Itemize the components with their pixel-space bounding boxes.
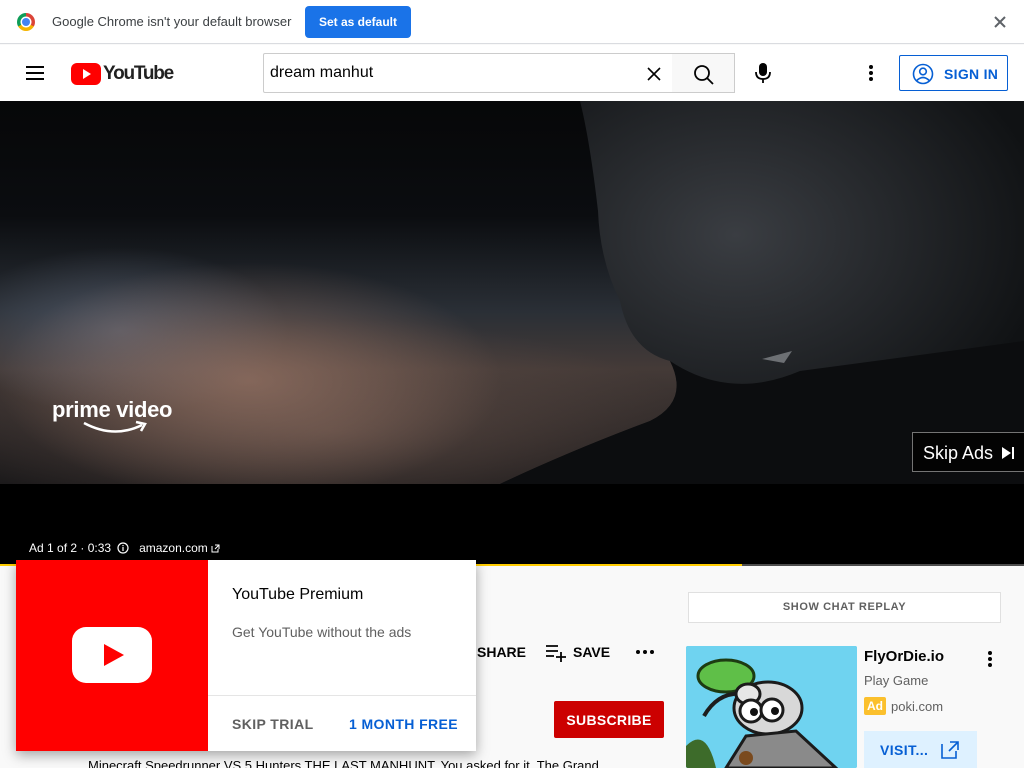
ad-game-thumbnail[interactable] bbox=[686, 646, 857, 768]
account-icon bbox=[912, 63, 934, 85]
skip-ads-button[interactable]: Skip Ads bbox=[912, 432, 1024, 472]
info-icon[interactable] bbox=[117, 542, 129, 554]
promo-divider bbox=[208, 695, 476, 696]
mic-icon[interactable] bbox=[750, 60, 776, 86]
show-chat-replay-button[interactable]: SHOW CHAT REPLAY bbox=[688, 592, 1001, 623]
infobar-message: Google Chrome isn't your default browser bbox=[52, 14, 292, 29]
ad-title[interactable]: FlyOrDie.io bbox=[864, 648, 944, 665]
premium-promo-dialog: YouTube Premium Get YouTube without the … bbox=[16, 560, 476, 751]
video-description: Minecraft Speedrunner VS 5 Hunters THE L… bbox=[88, 758, 599, 768]
save-button[interactable]: SAVE bbox=[545, 640, 610, 664]
youtube-play-icon bbox=[72, 627, 152, 683]
more-vert-icon[interactable] bbox=[860, 60, 882, 86]
default-browser-infobar: Google Chrome isn't your default browser… bbox=[0, 0, 1024, 44]
ad-domain: poki.com bbox=[891, 699, 944, 714]
sign-in-label: SIGN IN bbox=[944, 66, 999, 82]
video-player[interactable]: prime video Skip Ads Ad 1 of 2 · 0:33 am… bbox=[0, 101, 1024, 566]
search-button[interactable] bbox=[672, 53, 735, 93]
fly-character-image bbox=[686, 646, 857, 768]
visit-button[interactable]: VISIT... bbox=[864, 731, 977, 768]
search-box bbox=[263, 53, 673, 93]
external-link-icon bbox=[211, 544, 220, 552]
month-free-button[interactable]: 1 MONTH FREE bbox=[349, 716, 458, 732]
more-actions-icon[interactable] bbox=[633, 640, 657, 664]
chrome-logo-icon bbox=[17, 13, 35, 31]
youtube-logo-text: YouTube bbox=[103, 63, 174, 84]
subscribe-button[interactable]: SUBSCRIBE bbox=[554, 701, 664, 738]
ad-domain-link[interactable]: amazon.com bbox=[139, 541, 208, 555]
amazon-smile-icon bbox=[83, 420, 147, 433]
ad-badge: Ad bbox=[864, 697, 886, 715]
search-input[interactable] bbox=[270, 54, 630, 92]
menu-icon[interactable] bbox=[24, 62, 48, 84]
ad-info-bar: Ad 1 of 2 · 0:33 amazon.com bbox=[29, 541, 220, 555]
promo-title: YouTube Premium bbox=[232, 586, 364, 603]
skip-trial-button[interactable]: SKIP TRIAL bbox=[232, 716, 314, 732]
ad-subtitle: Play Game bbox=[864, 673, 929, 688]
sign-in-button[interactable]: SIGN IN bbox=[899, 55, 1008, 91]
save-label: SAVE bbox=[573, 644, 611, 660]
ad-video-frame: prime video Skip Ads bbox=[0, 101, 1024, 484]
set-as-default-button[interactable]: Set as default bbox=[305, 6, 411, 38]
open-in-new-icon bbox=[941, 741, 959, 759]
ad-position-text: Ad 1 of 2 · 0:33 bbox=[29, 541, 112, 555]
search-icon bbox=[694, 65, 714, 85]
promo-subtitle: Get YouTube without the ads bbox=[232, 624, 412, 640]
visit-label: VISIT... bbox=[880, 742, 929, 758]
premium-promo-banner bbox=[16, 560, 208, 751]
share-label: SHARE bbox=[477, 644, 527, 660]
clear-icon[interactable] bbox=[644, 64, 664, 84]
skip-next-icon bbox=[1002, 447, 1014, 459]
skip-ads-label: Skip Ads bbox=[923, 443, 994, 463]
close-icon[interactable] bbox=[990, 12, 1010, 32]
playlist-add-icon bbox=[546, 645, 566, 662]
ad-person-image bbox=[500, 101, 1024, 484]
ad-more-vert-icon[interactable] bbox=[980, 648, 1000, 670]
